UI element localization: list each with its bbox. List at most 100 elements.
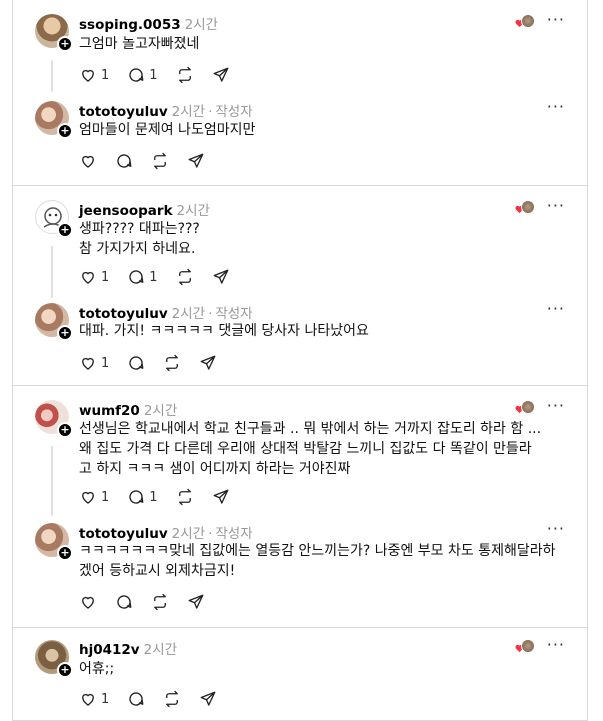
like-button[interactable]: [79, 593, 97, 611]
share-button[interactable]: [212, 66, 230, 84]
username[interactable]: ssoping.0053: [79, 17, 181, 33]
plus-icon[interactable]: +: [57, 36, 73, 52]
plus-icon[interactable]: +: [57, 123, 73, 139]
more-icon[interactable]: ···: [547, 97, 565, 116]
share-icon: [213, 67, 228, 82]
reply-header: tototoyuluv 2시간 · 작성자: [79, 100, 253, 120]
plus-icon[interactable]: +: [57, 662, 73, 678]
reply-header: tototoyuluv 2시간 · 작성자: [79, 302, 253, 322]
repost-button[interactable]: [151, 593, 169, 611]
timestamp[interactable]: 2시간: [177, 203, 210, 219]
repost-icon: [166, 354, 179, 372]
comment-icon: [129, 356, 144, 370]
action-bar: 1: [79, 353, 235, 373]
timestamp[interactable]: 2시간: [144, 403, 177, 419]
avatar[interactable]: +: [35, 303, 73, 341]
like-count: 1: [101, 355, 110, 371]
post-text: 그엄마 놀고자빠졌네: [79, 36, 200, 52]
share-button[interactable]: [212, 488, 230, 506]
username[interactable]: tototoyuluv: [79, 526, 168, 542]
more-icon[interactable]: ···: [547, 10, 565, 29]
more-icon[interactable]: ···: [547, 635, 565, 654]
timestamp[interactable]: 2시간: [172, 104, 205, 120]
timestamp[interactable]: 2시간: [144, 642, 177, 658]
repost-button[interactable]: [176, 488, 194, 506]
avatar[interactable]: +: [35, 101, 73, 139]
repost-button[interactable]: [163, 354, 181, 372]
comment-button[interactable]: [115, 593, 133, 611]
share-button[interactable]: [212, 268, 230, 286]
timestamp[interactable]: 2시간: [172, 526, 205, 542]
repost-icon: [154, 152, 166, 170]
share-icon: [188, 594, 204, 609]
repost-icon: [178, 488, 191, 506]
avatar[interactable]: +: [35, 640, 73, 678]
more-icon[interactable]: ···: [547, 519, 565, 538]
username[interactable]: hj0412v: [79, 642, 140, 658]
separator: ·: [208, 526, 213, 542]
comment-button[interactable]: 1: [127, 268, 158, 286]
comment-button[interactable]: [115, 152, 133, 170]
plus-icon[interactable]: +: [57, 222, 73, 238]
repost-icon: [154, 593, 166, 611]
action-bar: 1: [79, 689, 235, 709]
like-button[interactable]: 1: [79, 66, 109, 84]
post-text: 선생님은 학교내에서 학교 친구들과 .. 뭐 밖에서 하는 거까지 잡도리 하…: [79, 421, 542, 477]
comment-icon: [117, 595, 132, 609]
thread-feed: + ssoping.0053 2시간 ··· 그엄마 놀고자빠졌네 1 1 + …: [12, 0, 588, 721]
username[interactable]: tototoyuluv: [79, 306, 168, 322]
like-button[interactable]: 1: [79, 354, 109, 372]
comment-button[interactable]: 1: [127, 66, 158, 84]
comment-button[interactable]: [127, 690, 145, 708]
comment-button[interactable]: 1: [127, 488, 158, 506]
repost-button[interactable]: [176, 268, 194, 286]
reply-count: 1: [149, 67, 158, 83]
reply-text: ㅋㅋㅋㅋㅋㅋㅋ맞네 집값에는 열등감 안느끼는가? 나중엔 부모 차도 통제해달…: [79, 543, 556, 579]
thread-line: [51, 60, 53, 92]
username[interactable]: wumf20: [79, 403, 140, 419]
username[interactable]: jeensoopark: [79, 203, 173, 219]
more-icon[interactable]: ···: [547, 396, 565, 415]
share-icon: [200, 355, 216, 370]
heart-icon: [82, 69, 94, 82]
action-bar: 1 1: [79, 487, 248, 507]
avatar[interactable]: +: [35, 200, 73, 238]
repost-button[interactable]: [163, 690, 181, 708]
post-header: hj0412v 2시간: [79, 638, 177, 658]
more-icon[interactable]: ···: [547, 196, 565, 215]
post-text: 어휴;;: [79, 661, 115, 677]
timestamp[interactable]: 2시간: [172, 306, 205, 322]
author-tag: 작성자: [215, 306, 253, 322]
avatar[interactable]: +: [35, 523, 73, 561]
comment-button[interactable]: [127, 354, 145, 372]
share-button[interactable]: [187, 593, 205, 611]
like-button[interactable]: 1: [79, 488, 109, 506]
share-button[interactable]: [187, 152, 205, 170]
plus-icon[interactable]: +: [57, 422, 73, 438]
post-2: + jeensoopark 2시간 ··· 생파???? 대파는??? 참 가지가…: [13, 186, 587, 386]
plus-icon[interactable]: +: [57, 325, 73, 341]
avatar[interactable]: +: [35, 400, 73, 438]
thread-line: [51, 246, 53, 298]
like-button[interactable]: 1: [79, 268, 109, 286]
repost-button[interactable]: [176, 66, 194, 84]
repost-button[interactable]: [151, 152, 169, 170]
action-bar: 1 1: [79, 267, 248, 287]
username[interactable]: tototoyuluv: [79, 104, 168, 120]
share-icon: [213, 269, 228, 284]
heart-icon: [82, 357, 94, 370]
reply-text: 대파. 가지! ㅋㅋㅋㅋㅋ 댓글에 당사자 나타났어요: [79, 323, 369, 339]
comment-icon: [129, 68, 144, 82]
plus-icon[interactable]: +: [57, 545, 73, 561]
reply-header: tototoyuluv 2시간 · 작성자: [79, 522, 253, 542]
like-button[interactable]: 1: [79, 690, 109, 708]
avatar[interactable]: +: [35, 14, 73, 52]
like-count: 1: [101, 269, 110, 285]
reaction-avatars: [515, 400, 535, 420]
share-button[interactable]: [199, 354, 217, 372]
more-icon[interactable]: ···: [547, 299, 565, 318]
timestamp[interactable]: 2시간: [185, 17, 218, 33]
like-button[interactable]: [79, 152, 97, 170]
share-button[interactable]: [199, 690, 217, 708]
heart-icon: [82, 596, 94, 609]
